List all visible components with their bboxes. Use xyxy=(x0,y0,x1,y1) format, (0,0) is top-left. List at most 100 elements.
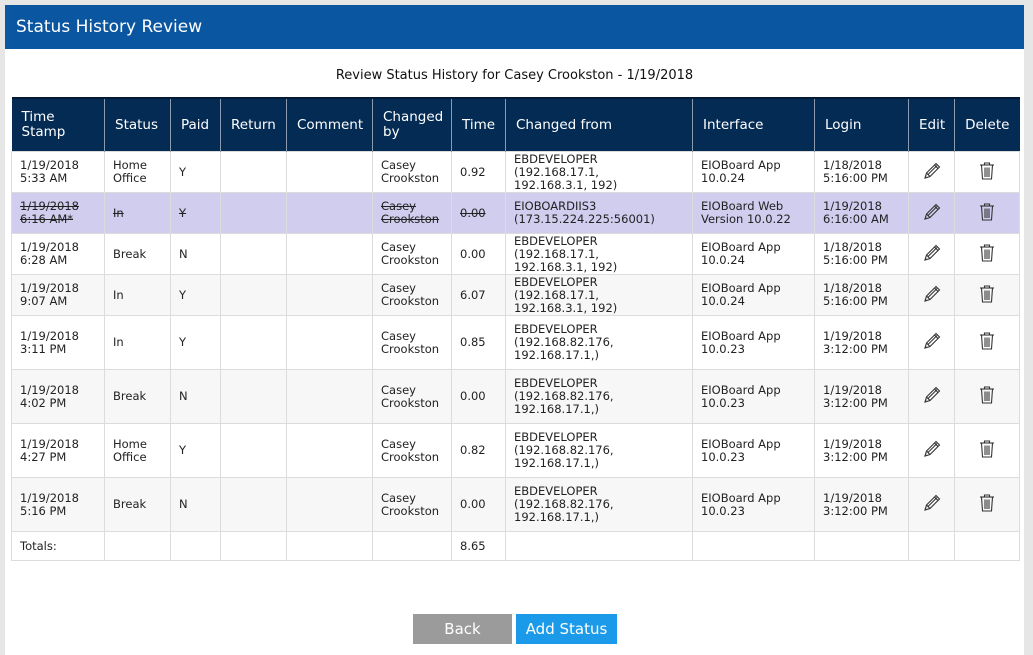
trash-icon[interactable] xyxy=(976,438,998,460)
trash-icon[interactable] xyxy=(976,242,998,264)
col-interface: Interface xyxy=(692,97,815,152)
review-subtitle: Review Status History for Casey Crooksto… xyxy=(335,68,694,83)
changed-from-cell: EBDEVELOPER (192.168.17.1, 192.168.3.1, 1… xyxy=(505,233,693,275)
edit-cell xyxy=(908,151,955,193)
interface-cell: EIOBoard Web Version 10.0.22 xyxy=(692,192,815,234)
table-row: 1/19/2018 9:07 AM In Y Casey Crookston 6.0… xyxy=(11,274,1020,316)
timestamp-cell: 1/19/2018 6:28 AM xyxy=(11,233,105,275)
return-cell xyxy=(220,423,287,478)
interface-cell: EIOBoard App 10.0.23 xyxy=(692,315,815,370)
paid-cell: N xyxy=(170,369,221,424)
page-header: Status History Review xyxy=(5,5,1024,49)
delete-cell xyxy=(954,477,1020,532)
status-history-table: Time Stamp Status Paid Return Comment Ch… xyxy=(11,97,1020,561)
edit-cell xyxy=(908,274,955,316)
return-cell xyxy=(220,274,287,316)
login-cell: 1/18/2018 5:16:00 PM xyxy=(814,274,909,316)
edit-cell xyxy=(908,477,955,532)
pencil-icon[interactable] xyxy=(921,283,943,305)
table-header-row: Time Stamp Status Paid Return Comment Ch… xyxy=(11,97,1020,152)
status-cell: Home Office xyxy=(104,151,171,193)
timestamp-cell: 1/19/2018 5:33 AM xyxy=(11,151,105,193)
changed-from-cell: EBDEVELOPER (192.168.17.1, 192.168.3.1, 1… xyxy=(505,274,693,316)
status-history-panel: Status History Review Review Status Hist… xyxy=(5,5,1024,655)
page-title: Status History Review xyxy=(16,17,203,37)
edit-cell xyxy=(908,315,955,370)
comment-cell xyxy=(286,151,373,193)
trash-icon[interactable] xyxy=(976,384,998,406)
changed-from-cell: EBDEVELOPER (192.168.82.176, 192.168.17.1,… xyxy=(505,369,693,424)
delete-cell xyxy=(954,151,1020,193)
paid-cell: Y xyxy=(170,315,221,370)
time-cell: 0.00 xyxy=(451,233,506,275)
interface-cell: EIOBoard App 10.0.24 xyxy=(692,151,815,193)
interface-cell: EIOBoard App 10.0.23 xyxy=(692,477,815,532)
changed-by-cell: Casey Crookston xyxy=(372,233,452,275)
pencil-icon[interactable] xyxy=(921,384,943,406)
col-paid: Paid xyxy=(170,97,221,152)
trash-icon[interactable] xyxy=(976,283,998,305)
login-cell: 1/19/2018 6:16:00 AM xyxy=(814,192,909,234)
timestamp-cell: 1/19/2018 6:16 AM* xyxy=(11,192,105,234)
changed-by-cell: Casey Crookston xyxy=(372,192,452,234)
delete-cell xyxy=(954,423,1020,478)
status-cell: In xyxy=(104,274,171,316)
interface-cell: EIOBoard App 10.0.24 xyxy=(692,274,815,316)
comment-cell xyxy=(286,233,373,275)
pencil-icon[interactable] xyxy=(921,438,943,460)
pencil-icon[interactable] xyxy=(921,242,943,264)
trash-icon[interactable] xyxy=(976,160,998,182)
trash-icon[interactable] xyxy=(976,201,998,223)
changed-by-cell: Casey Crookston xyxy=(372,315,452,370)
action-buttons: Back Add Status xyxy=(5,614,1024,644)
comment-cell xyxy=(286,369,373,424)
return-cell xyxy=(220,151,287,193)
col-edit: Edit xyxy=(908,97,955,152)
status-cell: In xyxy=(104,315,171,370)
trash-icon[interactable] xyxy=(976,492,998,514)
pencil-icon[interactable] xyxy=(921,330,943,352)
delete-cell xyxy=(954,369,1020,424)
comment-cell xyxy=(286,274,373,316)
table-row: 1/19/2018 4:27 PM Home Office Y Casey Crook… xyxy=(11,423,1020,478)
delete-cell xyxy=(954,315,1020,370)
return-cell xyxy=(220,369,287,424)
status-cell: Break xyxy=(104,233,171,275)
delete-cell xyxy=(954,233,1020,275)
edit-cell xyxy=(908,423,955,478)
table-row: 1/19/2018 5:33 AM Home Office Y Casey Crook… xyxy=(11,151,1020,193)
pencil-icon[interactable] xyxy=(921,160,943,182)
return-cell xyxy=(220,192,287,234)
table-row: 1/19/2018 4:02 PM Break N Casey Crookston … xyxy=(11,369,1020,424)
login-cell: 1/18/2018 5:16:00 PM xyxy=(814,233,909,275)
totals-label: Totals: xyxy=(11,531,105,561)
changed-from-cell: EBDEVELOPER (192.168.82.176, 192.168.17.1,… xyxy=(505,423,693,478)
trash-icon[interactable] xyxy=(976,330,998,352)
time-cell: 0.00 xyxy=(451,192,506,234)
changed-by-cell: Casey Crookston xyxy=(372,423,452,478)
comment-cell xyxy=(286,192,373,234)
col-login: Login xyxy=(814,97,909,152)
status-cell: Break xyxy=(104,369,171,424)
table-row: 1/19/2018 6:16 AM* In Y Casey Crookston 0.… xyxy=(11,192,1020,234)
timestamp-cell: 1/19/2018 4:27 PM xyxy=(11,423,105,478)
time-cell: 6.07 xyxy=(451,274,506,316)
return-cell xyxy=(220,315,287,370)
comment-cell xyxy=(286,423,373,478)
interface-cell: EIOBoard App 10.0.23 xyxy=(692,369,815,424)
pencil-icon[interactable] xyxy=(921,492,943,514)
col-return: Return xyxy=(220,97,287,152)
paid-cell: Y xyxy=(170,151,221,193)
col-status: Status xyxy=(104,97,171,152)
time-cell: 0.85 xyxy=(451,315,506,370)
edit-cell xyxy=(908,233,955,275)
login-cell: 1/19/2018 3:12:00 PM xyxy=(814,477,909,532)
pencil-icon[interactable] xyxy=(921,201,943,223)
add-status-button[interactable]: Add Status xyxy=(516,614,617,644)
paid-cell: N xyxy=(170,233,221,275)
return-cell xyxy=(220,477,287,532)
back-button[interactable]: Back xyxy=(413,614,512,644)
col-delete: Delete xyxy=(954,97,1020,152)
timestamp-cell: 1/19/2018 4:02 PM xyxy=(11,369,105,424)
delete-cell xyxy=(954,192,1020,234)
